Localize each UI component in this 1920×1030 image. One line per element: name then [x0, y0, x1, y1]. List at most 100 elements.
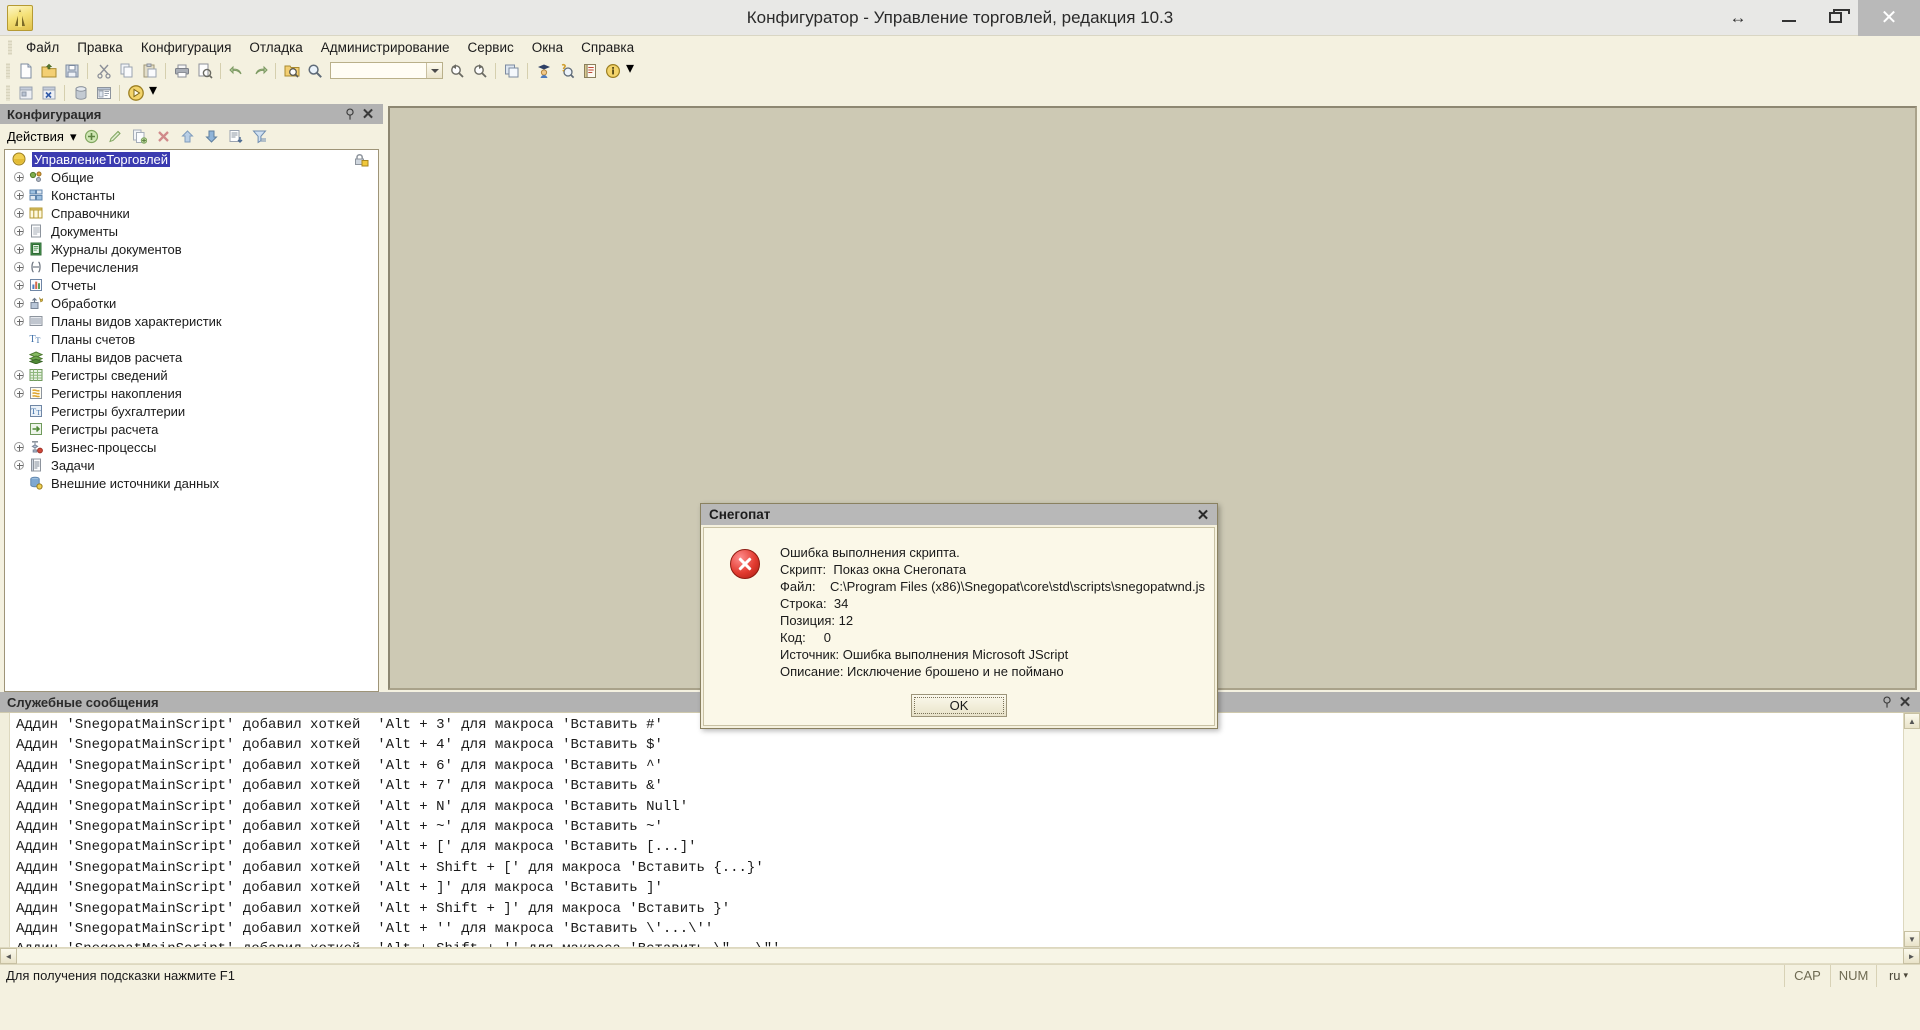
pin-icon[interactable]: ⚲: [341, 105, 359, 123]
actions-caret-icon[interactable]: ▾: [67, 129, 80, 145]
move-down-icon[interactable]: [201, 127, 223, 147]
menu-service[interactable]: Сервис: [459, 38, 523, 57]
delete-icon[interactable]: [153, 127, 175, 147]
toolbar-overflow-icon[interactable]: ▾: [624, 60, 636, 81]
status-language-selector[interactable]: ru ▾: [1876, 964, 1920, 987]
paste-icon[interactable]: [139, 61, 160, 81]
search-input[interactable]: [331, 63, 426, 78]
menubar-grip[interactable]: [8, 40, 12, 55]
tree-item[interactable]: Перечисления: [5, 258, 378, 276]
scroll-track[interactable]: [1904, 729, 1920, 931]
messages-horizontal-scrollbar[interactable]: ◄ ►: [0, 947, 1920, 964]
find-next-icon[interactable]: [469, 61, 490, 81]
messages-list[interactable]: Аддин 'SnegopatMainScript' добавил хотке…: [10, 713, 1903, 947]
move-up-icon[interactable]: [177, 127, 199, 147]
resize-icon[interactable]: ↔: [1710, 0, 1766, 36]
print-icon[interactable]: [171, 61, 192, 81]
edit-icon[interactable]: [105, 127, 127, 147]
expand-plus-icon[interactable]: [11, 168, 26, 186]
tree-item[interactable]: Документы: [5, 222, 378, 240]
close-icon[interactable]: ✕: [359, 105, 377, 123]
expand-plus-icon[interactable]: [11, 204, 26, 222]
redo-arrow-icon[interactable]: [249, 61, 270, 81]
find-in-files-icon[interactable]: [281, 61, 302, 81]
toolbar-overflow-icon[interactable]: ▾: [147, 82, 159, 103]
menu-debug[interactable]: Отладка: [240, 38, 311, 57]
toolbar-grip[interactable]: [6, 85, 10, 101]
close-icon[interactable]: ✕: [1896, 693, 1914, 711]
expand-plus-icon[interactable]: [11, 438, 26, 456]
print-preview-icon[interactable]: [194, 61, 215, 81]
tree-item[interactable]: Журналы документов: [5, 240, 378, 258]
configuration-window-icon[interactable]: [15, 83, 36, 103]
configuration-compare-icon[interactable]: [38, 83, 59, 103]
menu-administration[interactable]: Администрирование: [312, 38, 459, 57]
tree-item[interactable]: Отчеты: [5, 276, 378, 294]
menu-windows[interactable]: Окна: [523, 38, 572, 57]
close-icon[interactable]: ✕: [1193, 506, 1213, 524]
chevron-down-icon[interactable]: [426, 63, 442, 78]
tree-item[interactable]: T T Регистры бухгалтерии: [5, 402, 378, 420]
tree-item[interactable]: T T Планы счетов: [5, 330, 378, 348]
expand-plus-icon[interactable]: [11, 222, 26, 240]
menu-file[interactable]: Файл: [17, 38, 68, 57]
search-combo[interactable]: [330, 62, 443, 79]
filter-icon[interactable]: [249, 127, 271, 147]
tree-item[interactable]: Справочники: [5, 204, 378, 222]
content-help-icon[interactable]: [579, 61, 600, 81]
menu-configuration[interactable]: Конфигурация: [132, 38, 241, 57]
expand-plus-icon[interactable]: [11, 258, 26, 276]
tree-item[interactable]: Планы видов расчета: [5, 348, 378, 366]
scroll-down-icon[interactable]: ▼: [1904, 931, 1920, 947]
close-button[interactable]: ✕: [1858, 0, 1920, 36]
tree-item[interactable]: Регистры накопления: [5, 384, 378, 402]
maximize-button[interactable]: [1812, 0, 1858, 36]
find-previous-icon[interactable]: [446, 61, 467, 81]
scroll-left-icon[interactable]: ◄: [0, 948, 17, 964]
expand-plus-icon[interactable]: [11, 456, 26, 474]
properties-icon[interactable]: [225, 127, 247, 147]
save-icon[interactable]: [61, 61, 82, 81]
scroll-up-icon[interactable]: ▲: [1904, 713, 1920, 729]
scroll-right-icon[interactable]: ►: [1903, 948, 1920, 964]
menu-edit[interactable]: Правка: [68, 38, 132, 57]
expand-plus-icon[interactable]: [11, 240, 26, 258]
expand-plus-icon[interactable]: [11, 294, 26, 312]
tree-item[interactable]: Регистры расчета: [5, 420, 378, 438]
undo-arrow-icon[interactable]: [226, 61, 247, 81]
expand-plus-icon[interactable]: [11, 276, 26, 294]
tree-item[interactable]: Внешние источники данных: [5, 474, 378, 492]
tree-item[interactable]: Обработки: [5, 294, 378, 312]
minimize-button[interactable]: [1766, 0, 1812, 36]
about-info-icon[interactable]: [602, 61, 623, 81]
windows-cascade-icon[interactable]: [501, 61, 522, 81]
pin-icon[interactable]: ⚲: [1878, 693, 1896, 711]
tree-root-item[interactable]: УправлениеТорговлей: [5, 150, 378, 168]
toolbar-grip[interactable]: [6, 62, 10, 79]
ok-button[interactable]: OK: [911, 694, 1007, 717]
tree-item[interactable]: Планы видов характеристик: [5, 312, 378, 330]
expand-plus-icon[interactable]: [11, 186, 26, 204]
add-icon[interactable]: [81, 127, 103, 147]
search-magnifier-icon[interactable]: [304, 61, 325, 81]
copy-icon[interactable]: [116, 61, 137, 81]
cut-scissors-icon[interactable]: [93, 61, 114, 81]
copy-row-icon[interactable]: [129, 127, 151, 147]
expand-plus-icon[interactable]: [11, 384, 26, 402]
messages-vertical-scrollbar[interactable]: ▲ ▼: [1903, 713, 1920, 947]
new-document-icon[interactable]: [15, 61, 36, 81]
help-search-icon[interactable]: [556, 61, 577, 81]
scroll-track-horizontal[interactable]: [17, 948, 1903, 964]
database-icon[interactable]: [70, 83, 91, 103]
expand-plus-icon[interactable]: [11, 366, 26, 384]
syntax-assistant-icon[interactable]: [533, 61, 554, 81]
interface-icon[interactable]: [93, 83, 114, 103]
tree-item[interactable]: Константы: [5, 186, 378, 204]
tree-item[interactable]: Задачи: [5, 456, 378, 474]
tree-item[interactable]: Общие: [5, 168, 378, 186]
configuration-tree[interactable]: УправлениеТорговлей Общие Константы Справоч…: [4, 149, 379, 692]
expand-plus-icon[interactable]: [11, 312, 26, 330]
actions-menu-button[interactable]: Действия: [4, 129, 67, 144]
tree-item[interactable]: Регистры сведений: [5, 366, 378, 384]
menu-help[interactable]: Справка: [572, 38, 643, 57]
